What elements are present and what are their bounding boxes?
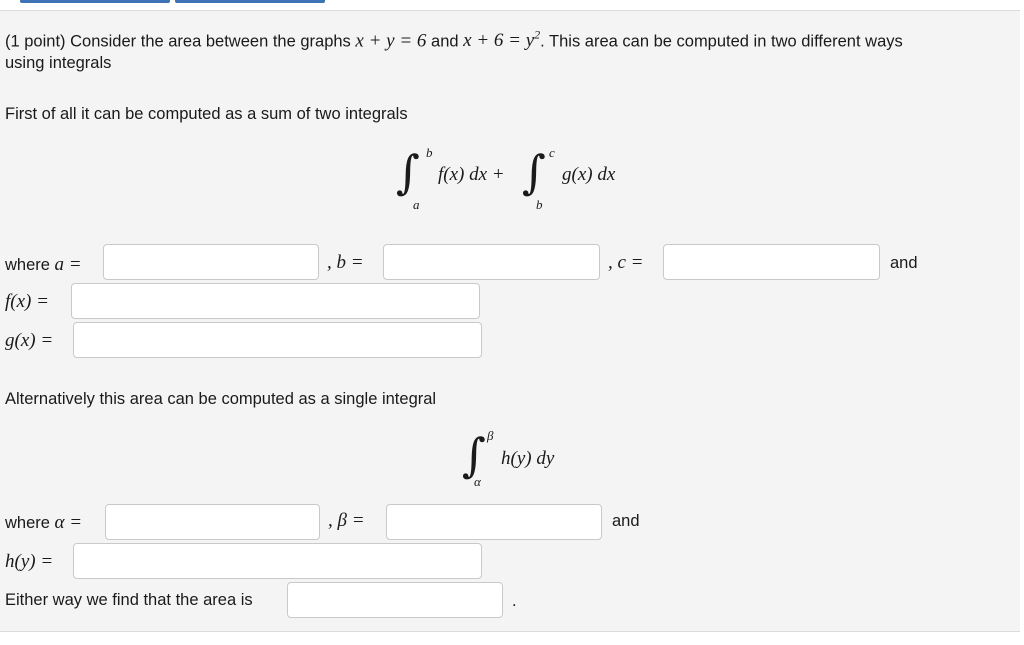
where-a-label: where a = bbox=[5, 254, 82, 275]
equation-parabola: x + 6 = y2 bbox=[463, 28, 541, 52]
answer-c-input[interactable] bbox=[663, 244, 880, 280]
answer-beta-input[interactable] bbox=[386, 504, 602, 540]
problem-panel: (1 point) Consider the area between the … bbox=[0, 10, 1020, 632]
conclusion-period: . bbox=[512, 592, 517, 610]
integral-lower-limit: b bbox=[536, 197, 543, 212]
integral-sign: ∫ bbox=[462, 428, 486, 482]
beta-label: , β = bbox=[328, 510, 365, 531]
tab-indicator bbox=[175, 0, 325, 3]
part2-intro: Alternatively this area can be computed … bbox=[5, 390, 437, 408]
b-label: , b = bbox=[327, 252, 364, 273]
answer-h-input[interactable] bbox=[73, 543, 482, 579]
integral-sign: ∫ bbox=[396, 145, 420, 199]
answer-f-input[interactable] bbox=[71, 283, 480, 319]
question-line-1: (1 point) Consider the area between the … bbox=[5, 28, 903, 52]
equation-line: x + y = 6 bbox=[355, 30, 427, 52]
integral-sign: ∫ bbox=[522, 145, 546, 199]
integral-upper-limit: β bbox=[487, 428, 494, 443]
answer-b-input[interactable] bbox=[383, 244, 600, 280]
integrand-f: f(x) dx + bbox=[438, 164, 505, 185]
c-label: , c = bbox=[608, 252, 644, 273]
and-label: and bbox=[890, 254, 918, 272]
where-alpha-label: where α = bbox=[5, 512, 83, 533]
integral-lower-limit: α bbox=[474, 474, 481, 489]
conclusion-text: Either way we find that the area is bbox=[5, 591, 253, 609]
h-label: h(y) = bbox=[5, 551, 54, 572]
question-and: and bbox=[431, 32, 459, 51]
top-bar bbox=[0, 0, 1024, 8]
part1-intro: First of all it can be computed as a sum… bbox=[5, 105, 408, 123]
integral-lower-limit: a bbox=[413, 197, 420, 212]
integral-upper-limit: b bbox=[426, 145, 433, 160]
tab-indicator bbox=[20, 0, 170, 3]
answer-area-input[interactable] bbox=[287, 582, 503, 618]
g-label: g(x) = bbox=[5, 330, 54, 351]
and-label: and bbox=[612, 512, 640, 530]
answer-alpha-input[interactable] bbox=[105, 504, 320, 540]
integrand-h: h(y) dy bbox=[501, 448, 555, 469]
question-line-2: using integrals bbox=[5, 54, 112, 72]
answer-g-input[interactable] bbox=[73, 322, 482, 358]
integrand-g: g(x) dx bbox=[562, 164, 616, 185]
integral-upper-limit: c bbox=[549, 145, 555, 160]
f-label: f(x) = bbox=[5, 291, 49, 312]
answer-a-input[interactable] bbox=[103, 244, 319, 280]
question-prefix: (1 point) Consider the area between the … bbox=[5, 32, 351, 51]
question-suffix: . This area can be computed in two diffe… bbox=[540, 32, 903, 51]
